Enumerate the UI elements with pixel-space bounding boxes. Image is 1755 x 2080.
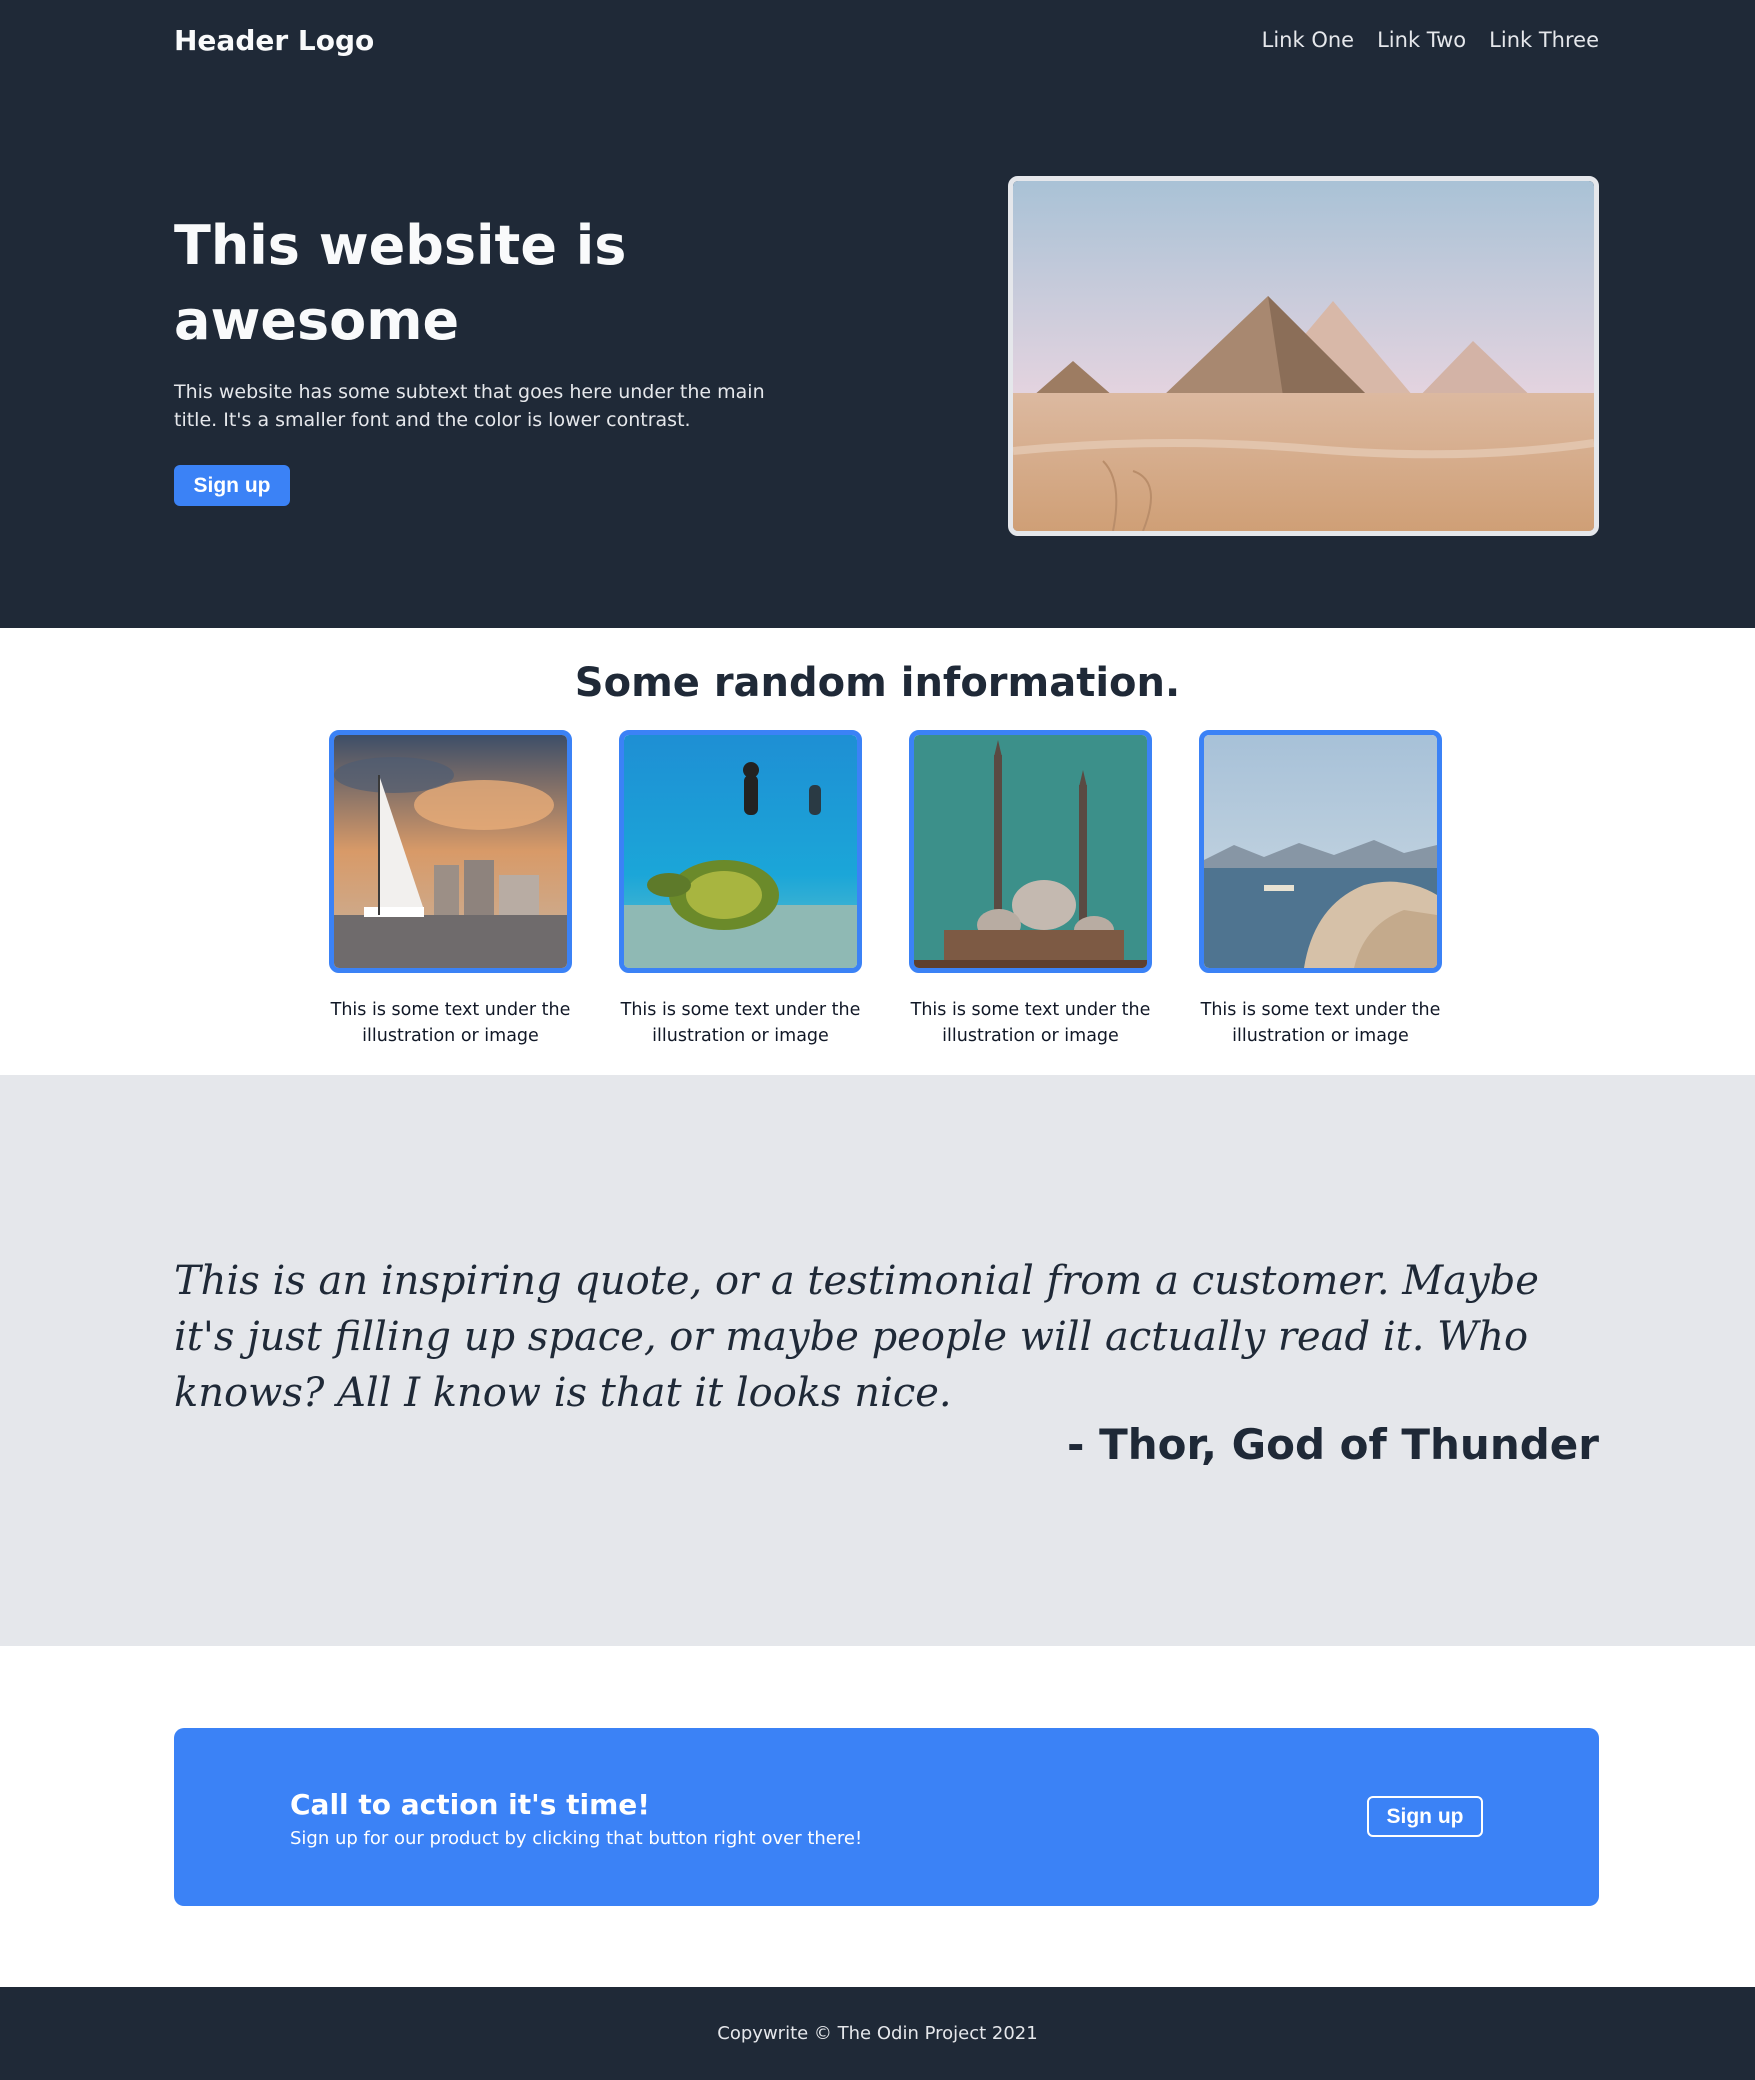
info-card: This is some text under the illustration…	[909, 730, 1152, 1049]
hero-title: This website is awesome	[174, 214, 627, 352]
footer-copyright: Copywrite © The Odin Project 2021	[717, 2023, 1038, 2044]
main-nav: Link One Link Two Link Three	[1262, 28, 1599, 52]
hero-section: Header Logo Link One Link Two Link Three…	[0, 0, 1755, 628]
diver-turtle-image	[619, 730, 862, 973]
header-logo[interactable]: Header Logo	[174, 24, 374, 57]
cta-subtext: Sign up for our product by clicking that…	[290, 1828, 863, 1849]
pyramids-image	[1008, 176, 1599, 536]
hero-signup-button[interactable]: Sign up	[174, 465, 290, 506]
card-caption: This is some text under the illustration…	[330, 1000, 571, 1046]
mosque-image	[909, 730, 1152, 973]
nav-link-three[interactable]: Link Three	[1489, 28, 1599, 52]
sailboat-city-image	[329, 730, 572, 973]
call-to-action-box: Call to action it's time! Sign up for ou…	[174, 1728, 1599, 1906]
info-title: Some random information.	[574, 660, 1181, 706]
info-card: This is some text under the illustration…	[329, 730, 572, 1049]
coast-image	[1199, 730, 1442, 973]
quote-section: This is an inspiring quote, or a testimo…	[0, 1075, 1755, 1646]
card-caption: This is some text under the illustration…	[620, 1000, 861, 1046]
cta-title: Call to action it's time!	[290, 1788, 651, 1821]
quote-author: - Thor, God of Thunder	[1067, 1420, 1599, 1469]
testimonial-quote: This is an inspiring quote, or a testimo…	[174, 1258, 1539, 1416]
info-card: This is some text under the illustration…	[1199, 730, 1442, 1049]
footer: Copywrite © The Odin Project 2021	[0, 1987, 1755, 2080]
card-caption: This is some text under the illustration…	[910, 1000, 1151, 1046]
nav-link-one[interactable]: Link One	[1262, 28, 1354, 52]
card-caption: This is some text under the illustration…	[1200, 1000, 1441, 1046]
nav-link-two[interactable]: Link Two	[1377, 28, 1466, 52]
hero-subtext: This website has some subtext that goes …	[174, 381, 765, 431]
info-card: This is some text under the illustration…	[619, 730, 862, 1049]
cta-signup-button[interactable]: Sign up	[1367, 1796, 1483, 1837]
